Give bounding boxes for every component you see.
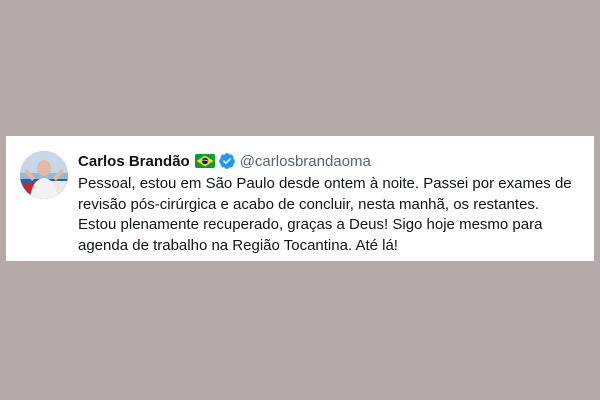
tweet-card: Carlos Brandão @carlosbrandaoma Pessoal,…: [6, 136, 594, 261]
verified-badge-icon: [218, 152, 236, 170]
display-name[interactable]: Carlos Brandão: [78, 153, 190, 170]
avatar-image: [20, 151, 68, 199]
avatar[interactable]: [20, 151, 68, 199]
user-handle[interactable]: @carlosbrandaoma: [240, 153, 371, 170]
tweet-text: Pessoal, estou em São Paulo desde ontem …: [78, 175, 572, 254]
tweet-header: Carlos Brandão @carlosbrandaoma: [78, 151, 371, 171]
brazil-flag-icon: [194, 154, 215, 168]
